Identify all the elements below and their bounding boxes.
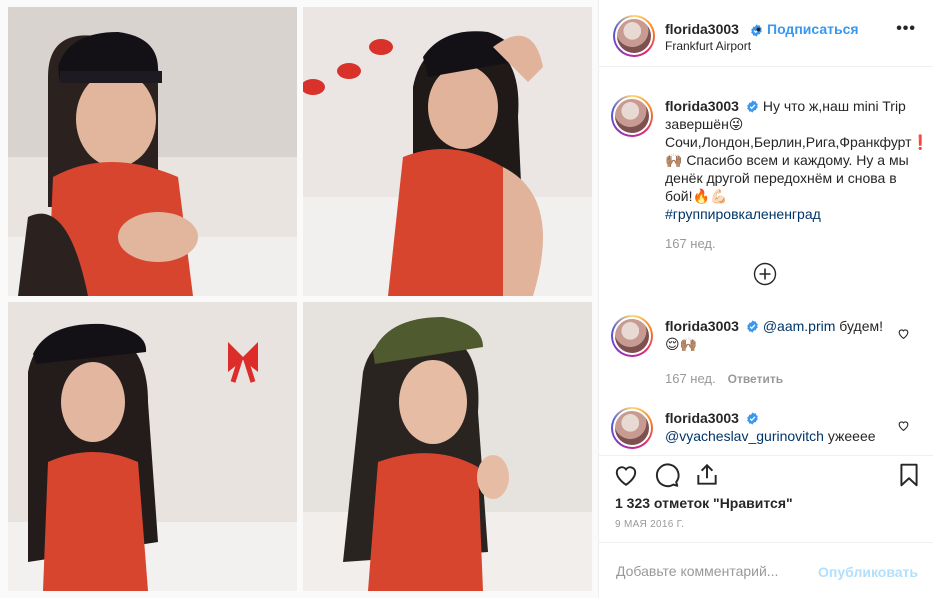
avatar[interactable] [611,407,653,449]
hashtag-link[interactable]: #группировкалененград [665,206,821,222]
comments-list[interactable]: florida3003 Ну что ж,наш mini Trip завер… [599,68,933,455]
avatar[interactable] [613,15,655,57]
caption-timestamp[interactable]: 167 нед. [665,236,716,251]
comment-username[interactable]: florida3003 [665,410,739,426]
load-more-comments-icon[interactable] [753,262,777,286]
mention-link[interactable]: @vyacheslav_gurinovitch [665,428,824,444]
avatar[interactable] [611,315,653,357]
comment-timestamp[interactable]: 167 нед. [665,371,716,386]
mention-link[interactable]: @aam.prim [763,318,836,334]
verified-badge-icon [747,412,758,425]
caption-username[interactable]: florida3003 [665,98,739,114]
post-image[interactable] [0,0,598,598]
reply-button[interactable]: Ответить [728,372,783,386]
collage-photo-top-left [8,7,297,296]
follow-button[interactable]: Подписаться [767,21,859,37]
author-username[interactable]: florida3003 [665,21,739,37]
share-icon[interactable] [694,462,720,488]
post-header: florida3003 • Подписаться Frankfurt Airp… [599,0,933,67]
add-comment-section: Опубликовать [599,542,933,598]
like-comment-heart-icon[interactable] [897,327,910,340]
verified-badge-icon [747,100,758,113]
avatar[interactable] [611,95,653,137]
comment-text: florida3003 @vyacheslav_gurinovitch ужее… [665,409,885,445]
like-comment-heart-icon[interactable] [897,419,910,432]
comment-text: florida3003 @aam.prim будем! 😌🙌🏽 [665,317,885,353]
save-bookmark-icon[interactable] [896,462,922,488]
more-options-icon[interactable]: ••• [896,20,916,38]
post-side-panel: florida3003 • Подписаться Frankfurt Airp… [598,0,933,598]
comment-body: ужееее [823,428,876,444]
likes-count[interactable]: 1 323 отметок "Нравится" [615,495,793,511]
collage-photo-top-right [303,7,592,296]
post-date[interactable]: 9 МАЯ 2016 Г. [615,519,684,530]
verified-badge-icon [747,320,758,333]
comment-input[interactable] [616,563,816,579]
comment-bubble-icon[interactable] [654,462,680,488]
collage-photo-bottom-right [303,302,592,591]
comment-username[interactable]: florida3003 [665,318,739,334]
location-link[interactable]: Frankfurt Airport [665,39,751,53]
separator-dot: • [756,21,761,37]
collage-photo-bottom-left [8,302,297,591]
publish-button[interactable]: Опубликовать [818,564,918,580]
like-heart-icon[interactable] [613,462,639,488]
comment-meta: 167 нед. Ответить [665,371,783,386]
caption-text: florida3003 Ну что ж,наш mini Trip завер… [665,97,929,223]
post-actions-bar [599,455,933,497]
